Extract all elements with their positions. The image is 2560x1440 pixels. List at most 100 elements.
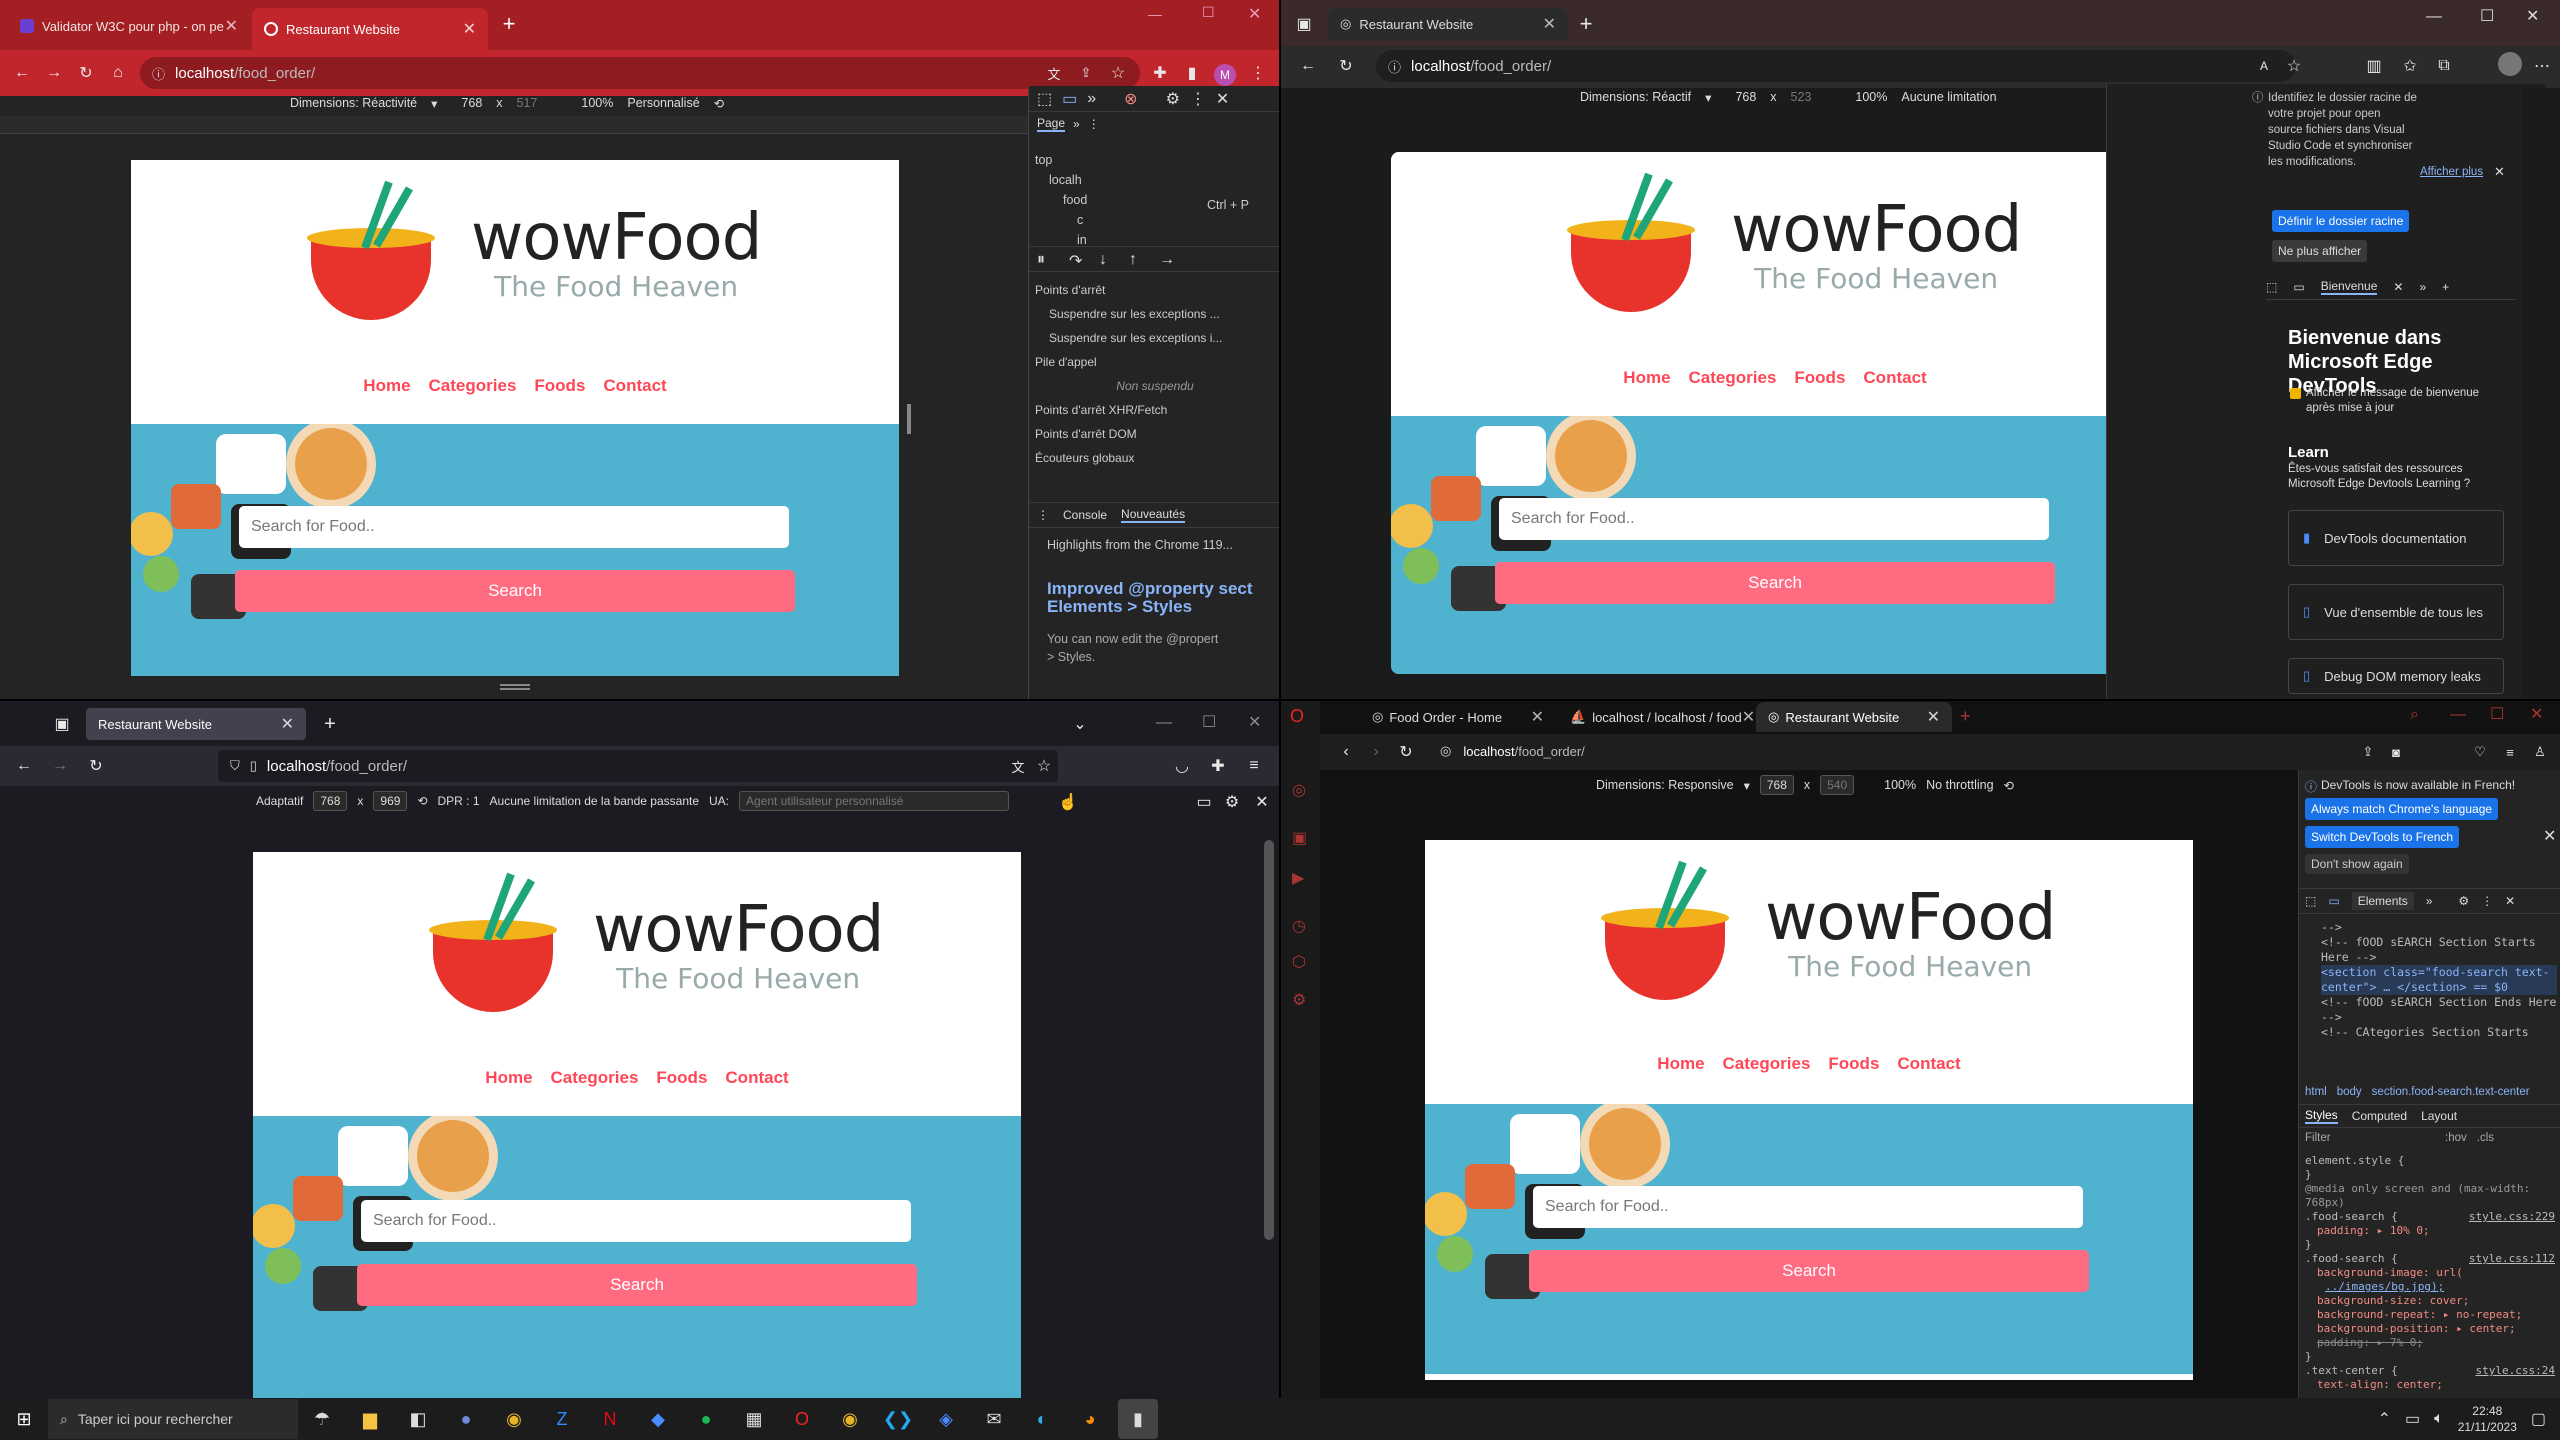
more-icon[interactable]: ⋮	[2481, 894, 2493, 908]
welcome-checkbox[interactable]: Afficher le message de bienvenue après m…	[2288, 386, 2504, 416]
menu-icon[interactable]: ⋮	[1244, 59, 1272, 87]
discord-icon[interactable]: ●	[446, 1399, 486, 1439]
crumb-section[interactable]: section.food-search.text-center	[2372, 1086, 2530, 1098]
tab-restaurant[interactable]: ◎ Restaurant Website ✕	[1756, 702, 1952, 732]
nav-categories[interactable]: Categories	[1723, 1054, 1811, 1074]
show-more-link[interactable]: Afficher plus	[2420, 166, 2483, 178]
home-icon[interactable]: ⌂	[104, 59, 132, 87]
file-explorer-icon[interactable]: ▆	[350, 1399, 390, 1439]
global-listeners[interactable]: Écouteurs globaux	[1035, 446, 1275, 470]
close-icon[interactable]: ✕	[2505, 894, 2515, 908]
close-window-icon[interactable]: ✕	[2530, 704, 2543, 724]
pause-on-caught[interactable]: Suspendre sur les exceptions i...	[1035, 326, 1275, 350]
dimensions-select[interactable]: Dimensions: Responsive	[1596, 778, 1734, 792]
step-out-icon[interactable]: ↑	[1129, 251, 1137, 269]
search-button[interactable]: Search	[1495, 562, 2055, 604]
zoom-select[interactable]: 100%	[1884, 778, 1916, 792]
new-tab-button[interactable]: +	[1572, 10, 1600, 38]
clock[interactable]: 22:48 21/11/2023	[2458, 1403, 2517, 1435]
close-icon[interactable]: ✕	[1248, 788, 1276, 816]
nav-contact[interactable]: Contact	[725, 1068, 788, 1088]
rotate-icon[interactable]: ⟲	[2004, 778, 2014, 793]
throttle-select[interactable]: Aucune limitation	[1901, 90, 1996, 104]
height-input[interactable]: 540	[1820, 775, 1855, 795]
tab-styles[interactable]: Styles	[2305, 1108, 2338, 1124]
search-button[interactable]: Search	[235, 570, 795, 612]
zoom-icon[interactable]: Z	[542, 1399, 582, 1439]
heart-icon[interactable]: ♡	[2466, 738, 2494, 766]
minimize-icon[interactable]: —	[1148, 6, 1162, 22]
tab-manager-icon[interactable]: ▣	[48, 710, 76, 738]
nav-home[interactable]: Home	[485, 1068, 532, 1088]
touch-icon[interactable]: ☝	[1054, 788, 1082, 816]
search-input[interactable]: Search for Food..	[361, 1200, 911, 1242]
inspect-icon[interactable]: ⬚	[2266, 280, 2277, 294]
network-icon[interactable]: ▭	[2405, 1409, 2420, 1429]
avatar[interactable]	[2498, 52, 2522, 76]
search-input[interactable]: Search for Food..	[1533, 1186, 2083, 1228]
tab-restaurant[interactable]: Restaurant Website ✕	[86, 708, 306, 740]
inspect-icon[interactable]: ⬚	[1037, 89, 1052, 109]
improved-title[interactable]: Improved @property sect	[1047, 580, 1277, 598]
nav-foods[interactable]: Foods	[1794, 368, 1845, 388]
zoom-select[interactable]: 100%	[1855, 90, 1887, 104]
search-tabs-icon[interactable]: ⌕	[2410, 706, 2419, 724]
more-icon[interactable]: ⋮	[1037, 508, 1049, 522]
close-icon[interactable]: ✕	[2494, 164, 2505, 180]
minimize-icon[interactable]: —	[1156, 714, 1172, 732]
nav-foods[interactable]: Foods	[656, 1068, 707, 1088]
gear-icon[interactable]: ⚙	[2458, 894, 2469, 908]
translate-icon[interactable]: 文	[1004, 752, 1032, 780]
forward-icon[interactable]: →	[40, 59, 68, 87]
minimize-icon[interactable]: —	[2426, 8, 2442, 26]
close-icon[interactable]: ✕	[2543, 826, 2556, 846]
device-icon[interactable]: ▭	[2328, 894, 2339, 908]
dom-breakpoints[interactable]: Points d'arrêt DOM	[1035, 422, 1275, 446]
reload-icon[interactable]: ↻	[1392, 738, 1420, 766]
resize-handle[interactable]	[907, 404, 911, 434]
more-icon[interactable]: »	[2426, 894, 2433, 908]
mail-icon[interactable]: ✉	[974, 1399, 1014, 1439]
address-bar[interactable]: ◎ localhost/food_order/	[1428, 736, 2148, 766]
close-icon[interactable]: ✕	[281, 714, 294, 734]
tree-item[interactable]: localh	[1035, 170, 1087, 190]
screenshot-icon[interactable]: ▭	[1190, 788, 1218, 816]
notifications-icon[interactable]: ▢	[2531, 1409, 2546, 1429]
pause-icon[interactable]: ⏸	[1037, 251, 1045, 269]
close-window-icon[interactable]: ✕	[1248, 712, 1261, 732]
gear-icon[interactable]: ⚙	[1218, 788, 1246, 816]
sidepanel-icon[interactable]: ▮	[1178, 59, 1206, 87]
dimensions-select[interactable]: Dimensions: Réactif	[1580, 90, 1691, 104]
maximize-icon[interactable]: ☐	[1202, 4, 1215, 21]
camera-icon[interactable]: ◙	[2382, 738, 2410, 766]
close-icon[interactable]: ✕	[1927, 707, 1940, 727]
tab-welcome[interactable]: Bienvenue	[2320, 279, 2378, 295]
search-input[interactable]: Search for Food..	[239, 506, 789, 548]
collections-icon[interactable]: ⧉	[2430, 52, 2458, 80]
throttle-select[interactable]: Personnalisé	[627, 96, 699, 110]
selected-node[interactable]: <section class="food-search text-center"…	[2321, 965, 2557, 995]
new-tab-button[interactable]: +	[316, 710, 344, 738]
nav-home[interactable]: Home	[1657, 1054, 1704, 1074]
xhr-breakpoints[interactable]: Points d'arrêt XHR/Fetch	[1035, 398, 1275, 422]
forward-icon[interactable]: →	[46, 752, 74, 780]
maximize-icon[interactable]: ☐	[1202, 712, 1216, 732]
close-icon[interactable]: ✕	[225, 16, 238, 36]
read-aloud-icon[interactable]: A	[2250, 52, 2278, 80]
calculator-icon[interactable]: ▦	[734, 1399, 774, 1439]
nav-home[interactable]: Home	[363, 376, 410, 396]
step-icon[interactable]: →	[1159, 251, 1175, 269]
width-input[interactable]: 768	[1759, 775, 1794, 795]
elements-styles-title[interactable]: Elements > Styles	[1047, 598, 1277, 616]
pause-on-exceptions[interactable]: Suspendre sur les exceptions ...	[1035, 302, 1275, 326]
throttle-select[interactable]: No throttling	[1926, 778, 1993, 792]
maximize-icon[interactable]: ☐	[2490, 704, 2504, 724]
app-icon[interactable]: ▮	[1118, 1399, 1158, 1439]
dimensions-select[interactable]: Dimensions: Réactivité	[290, 96, 417, 110]
close-icon[interactable]: ✕	[463, 19, 476, 39]
close-icon[interactable]: ✕	[1216, 89, 1229, 109]
device-icon[interactable]: ▭	[2293, 280, 2304, 294]
back-icon[interactable]: ←	[8, 59, 36, 87]
maximize-icon[interactable]: ☐	[2480, 6, 2494, 26]
favorites-icon[interactable]: ✩	[2396, 52, 2424, 80]
